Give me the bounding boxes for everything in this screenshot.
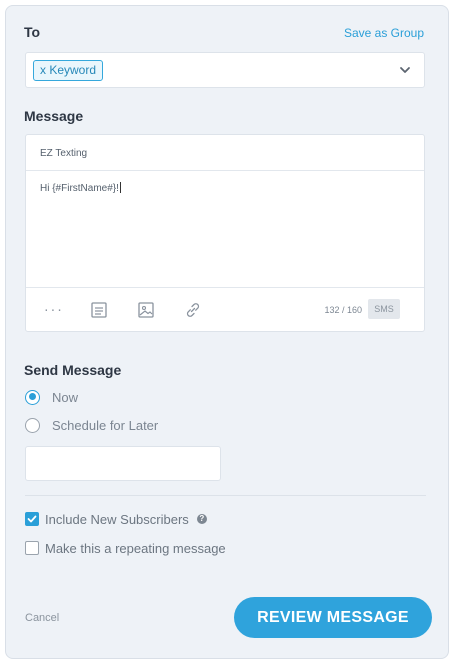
image-icon[interactable] xyxy=(136,300,156,320)
message-label: Message xyxy=(24,108,84,124)
send-message-label: Send Message xyxy=(24,362,122,378)
message-editor: EZ Texting Hi {#FirstName#}! {···} xyxy=(25,134,425,332)
character-counter: 132 / 160 xyxy=(324,305,362,315)
cancel-link[interactable]: Cancel xyxy=(25,612,59,624)
to-label: To xyxy=(24,24,41,40)
include-subscribers-checkbox[interactable] xyxy=(25,512,39,526)
repeating-message-checkbox[interactable] xyxy=(25,541,39,555)
schedule-later-label: Schedule for Later xyxy=(52,417,159,433)
message-text: Hi {#FirstName#}! xyxy=(40,183,119,194)
chevron-down-icon[interactable] xyxy=(398,63,412,77)
schedule-later-radio[interactable] xyxy=(25,417,40,433)
help-icon[interactable]: ? xyxy=(196,514,207,524)
message-toolbar: {···} 132 / 160 SMS xyxy=(26,287,424,331)
include-subscribers-label: Include New Subscribers xyxy=(45,511,189,527)
checkmark-icon xyxy=(27,515,37,523)
compose-panel: To Save as Group x Keyword Message EZ Te… xyxy=(5,5,449,659)
svg-text:{···}: {···} xyxy=(43,304,63,317)
keyword-tag[interactable]: x Keyword xyxy=(33,60,104,81)
recipients-field[interactable]: x Keyword xyxy=(25,52,425,88)
variable-braces-icon[interactable]: {···} xyxy=(43,300,63,320)
send-now-radio[interactable] xyxy=(25,389,40,405)
sender-name-field[interactable]: EZ Texting xyxy=(26,135,424,171)
schedule-date-input[interactable] xyxy=(25,446,221,481)
text-caret xyxy=(119,182,121,193)
review-message-button[interactable]: REVIEW MESSAGE xyxy=(234,597,432,638)
repeating-message-label: Make this a repeating message xyxy=(45,540,226,556)
include-subscribers-option[interactable]: Include New Subscribers ? xyxy=(25,509,207,529)
save-as-group-link[interactable]: Save as Group xyxy=(344,26,424,40)
send-now-label: Now xyxy=(52,389,79,405)
message-textarea[interactable]: Hi {#FirstName#}! xyxy=(40,182,121,194)
divider xyxy=(25,495,426,496)
template-icon[interactable] xyxy=(89,300,109,320)
send-now-option[interactable]: Now xyxy=(25,387,78,407)
repeating-message-option[interactable]: Make this a repeating message xyxy=(25,538,226,558)
sms-badge: SMS xyxy=(368,299,400,319)
link-icon[interactable] xyxy=(183,300,203,320)
schedule-later-option[interactable]: Schedule for Later xyxy=(25,415,158,435)
